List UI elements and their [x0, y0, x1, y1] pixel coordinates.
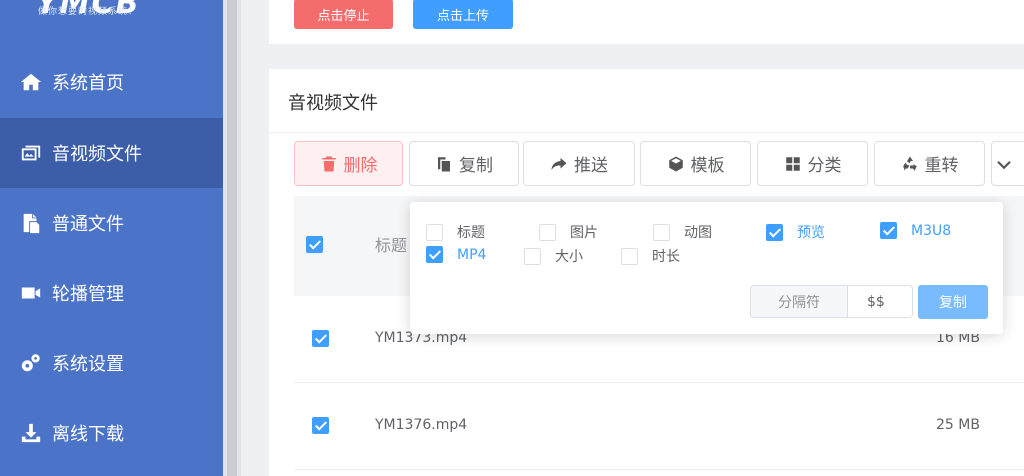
- template-label: 模板: [690, 156, 725, 176]
- sidebar-item-label: 离线下载: [52, 424, 124, 445]
- recycle-icon: [901, 155, 919, 173]
- column-header-title: 标题: [375, 236, 408, 255]
- option-duration[interactable]: 时长: [621, 246, 680, 266]
- home-icon: [20, 71, 42, 93]
- option-label: 预览: [797, 225, 825, 241]
- option-checkbox[interactable]: [426, 223, 443, 241]
- select-all-checkbox[interactable]: [306, 236, 323, 253]
- option-gif[interactable]: 动图: [653, 222, 712, 242]
- category-label: 分类: [807, 156, 842, 176]
- copy-label: 复制: [459, 156, 493, 176]
- option-checkbox[interactable]: [880, 222, 897, 239]
- sidebar-item-files[interactable]: 普通文件: [0, 188, 223, 258]
- copy-options-popover: 标题 图片 动图 预览 M3U8 MP4 大小 时长 分隔符 复制: [410, 202, 1003, 334]
- trash-icon: [320, 155, 338, 173]
- app-slogan: 做你想要的视频系统！: [38, 7, 139, 17]
- copy-icon: [435, 155, 453, 173]
- option-label: 图片: [570, 225, 598, 241]
- option-label: 动图: [684, 225, 712, 241]
- confirm-copy-button[interactable]: 复制: [918, 285, 988, 319]
- row-checkbox[interactable]: [312, 330, 329, 347]
- sidebar-item-download[interactable]: 离线下载: [0, 398, 223, 468]
- option-label: 标题: [457, 225, 485, 241]
- file-name: YM1376.mp4: [375, 417, 468, 433]
- file-size: 25 MB: [936, 417, 980, 433]
- sidebar-item-settings[interactable]: 系统设置: [0, 328, 223, 398]
- option-label: M3U8: [911, 222, 952, 239]
- sidebar-scrollbar[interactable]: [223, 0, 241, 476]
- sidebar-item-home[interactable]: 系统首页: [0, 47, 223, 117]
- download-icon: [20, 422, 42, 444]
- sidebar-item-label: 系统设置: [52, 354, 124, 375]
- stop-button[interactable]: 点击停止: [294, 0, 393, 29]
- option-label: 时长: [652, 249, 680, 265]
- card-title: 音视频文件: [288, 93, 378, 114]
- share-arrow-icon: [550, 155, 568, 173]
- retranscode-button[interactable]: 重转: [874, 141, 985, 186]
- separator-input[interactable]: [848, 285, 913, 318]
- sidebar: YMCB 做你想要的视频系统！ 系统首页 音视频文件 普通文件 轮播管理 系统设…: [0, 0, 223, 476]
- option-checkbox[interactable]: [766, 223, 783, 241]
- delete-label: 删除: [343, 156, 378, 176]
- option-checkbox[interactable]: [621, 247, 638, 265]
- sidebar-item-label: 普通文件: [52, 214, 124, 235]
- cube-icon: [667, 155, 685, 173]
- option-label: 大小: [555, 249, 583, 265]
- grid-icon: [784, 155, 802, 173]
- card-divider: [269, 132, 1024, 133]
- sidebar-item-carousel[interactable]: 轮播管理: [0, 258, 223, 328]
- upload-card: 点击停止 点击上传: [269, 0, 1024, 44]
- option-image[interactable]: 图片: [539, 222, 598, 242]
- upload-button[interactable]: 点击上传: [413, 0, 513, 29]
- separator-label: 分隔符: [750, 285, 848, 318]
- row-checkbox[interactable]: [312, 417, 329, 434]
- option-checkbox[interactable]: [524, 247, 541, 265]
- media-icon: [20, 142, 42, 164]
- option-label: MP4: [457, 246, 487, 263]
- files-icon: [20, 212, 42, 234]
- sidebar-item-label: 系统首页: [52, 73, 124, 94]
- option-preview[interactable]: 预览: [766, 222, 825, 242]
- table-row[interactable]: YM1376.mp4 25 MB: [294, 383, 1024, 470]
- option-m3u8[interactable]: M3U8: [880, 222, 951, 239]
- option-title[interactable]: 标题: [426, 222, 485, 242]
- category-button[interactable]: 分类: [757, 141, 868, 186]
- retranscode-label: 重转: [924, 156, 959, 176]
- push-button[interactable]: 推送: [523, 141, 635, 186]
- sidebar-item-label: 音视频文件: [52, 144, 142, 165]
- template-button[interactable]: 模板: [640, 141, 751, 186]
- more-button[interactable]: [991, 141, 1024, 186]
- delete-button[interactable]: 删除: [294, 141, 403, 186]
- option-mp4[interactable]: MP4: [426, 246, 486, 263]
- option-size[interactable]: 大小: [524, 246, 583, 266]
- option-checkbox[interactable]: [426, 246, 443, 263]
- option-checkbox[interactable]: [539, 223, 556, 241]
- chevron-down-icon: [995, 155, 1013, 173]
- sidebar-item-media[interactable]: 音视频文件: [0, 118, 223, 188]
- video-camera-icon: [20, 282, 42, 304]
- sidebar-item-label: 轮播管理: [52, 284, 124, 305]
- gears-icon: [20, 352, 42, 374]
- option-checkbox[interactable]: [653, 223, 670, 241]
- separator-group: 分隔符: [750, 285, 913, 318]
- copy-button[interactable]: 复制: [409, 141, 519, 186]
- push-label: 推送: [574, 156, 608, 176]
